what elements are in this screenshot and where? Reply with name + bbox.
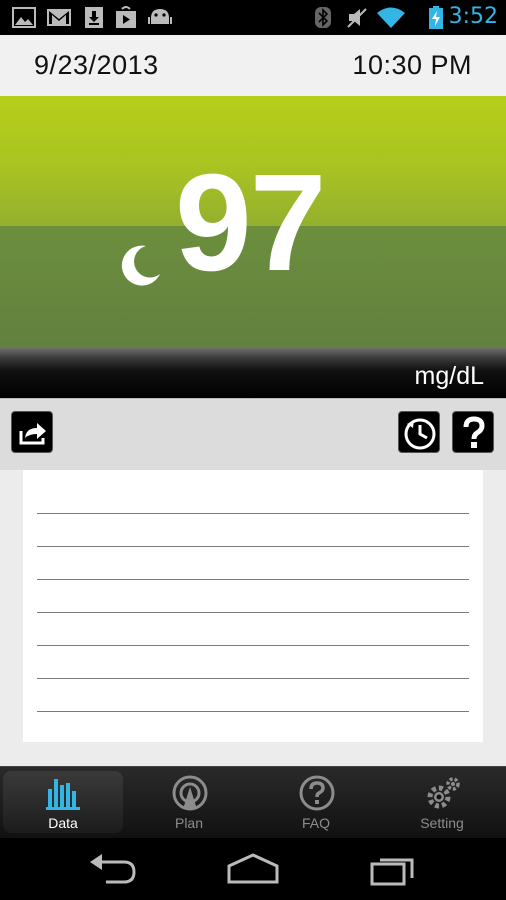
bluetooth-icon xyxy=(315,7,331,28)
status-bar: 3:52 xyxy=(0,0,506,35)
tab-data-label: Data xyxy=(48,815,78,831)
reading-toolbar xyxy=(0,398,506,470)
glucose-unit: mg/dL xyxy=(414,362,484,390)
share-icon xyxy=(19,423,46,445)
back-icon[interactable] xyxy=(86,852,138,886)
reading-date[interactable]: 9/23/2013 xyxy=(34,50,159,81)
notes-area xyxy=(0,470,506,766)
gallery-icon xyxy=(12,7,36,28)
status-time: 3:52 xyxy=(448,4,498,29)
system-nav-bar xyxy=(0,838,506,900)
wifi-icon xyxy=(377,7,405,28)
gmail-icon xyxy=(47,9,71,26)
note-line xyxy=(37,711,469,712)
gears-icon xyxy=(427,777,460,809)
tab-faq[interactable]: FAQ xyxy=(256,771,376,833)
note-line xyxy=(37,579,469,580)
unit-bar: mg/dL xyxy=(0,348,506,398)
tab-faq-label: FAQ xyxy=(301,815,330,831)
tab-plan[interactable]: Plan xyxy=(129,771,249,833)
bottom-tab-bar: Data Plan FAQ Setting xyxy=(0,766,506,838)
tab-plan-label: Plan xyxy=(174,815,204,831)
glucose-value: 97 xyxy=(175,146,326,300)
question-circle-icon xyxy=(299,775,335,811)
history-button[interactable] xyxy=(398,411,440,453)
help-icon xyxy=(463,416,485,448)
reading-datetime-row[interactable]: 9/23/2013 10:30 PM xyxy=(0,35,506,96)
reading-time[interactable]: 10:30 PM xyxy=(352,50,472,81)
bar-chart-icon xyxy=(46,779,80,810)
tab-data[interactable]: Data xyxy=(3,771,123,833)
tab-setting[interactable]: Setting xyxy=(382,771,502,833)
note-line xyxy=(37,678,469,679)
tab-setting-label: Setting xyxy=(420,815,464,831)
clock-refresh-icon xyxy=(404,418,436,450)
glucose-reading-panel: 97 xyxy=(0,96,506,348)
download-icon xyxy=(85,7,103,28)
home-icon[interactable] xyxy=(224,852,282,886)
note-line xyxy=(37,513,469,514)
plan-icon xyxy=(172,775,208,811)
battery-charging-icon xyxy=(429,6,443,29)
note-line xyxy=(37,612,469,613)
notes-input[interactable] xyxy=(23,470,483,742)
mute-icon xyxy=(347,8,367,28)
note-line xyxy=(37,546,469,547)
android-icon xyxy=(148,9,172,24)
play-store-icon xyxy=(116,6,136,28)
recents-icon[interactable] xyxy=(368,852,420,886)
note-line xyxy=(37,645,469,646)
help-button[interactable] xyxy=(452,411,494,453)
share-button[interactable] xyxy=(11,411,53,453)
moon-icon xyxy=(121,245,160,286)
